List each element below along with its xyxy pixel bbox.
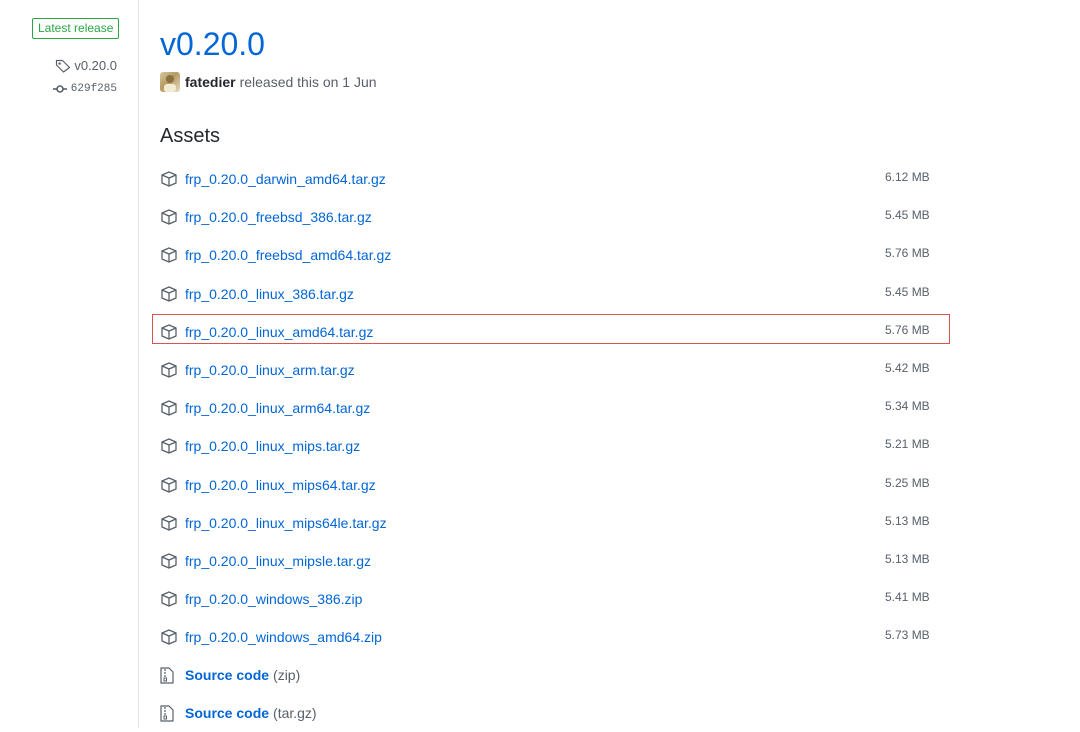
package-icon <box>161 591 177 607</box>
asset-row: frp_0.20.0_linux_mips64.tar.gz 5.25 MB <box>160 466 950 504</box>
asset-download-link[interactable]: frp_0.20.0_windows_386.zip <box>185 591 362 607</box>
asset-row: frp_0.20.0_windows_amd64.zip 5.73 MB <box>160 618 950 656</box>
asset-row: frp_0.20.0_linux_386.tar.gz 5.45 MB <box>160 275 950 313</box>
asset-row: frp_0.20.0_darwin_amd64.tar.gz 6.12 MB <box>160 160 950 198</box>
asset-size: 5.76 MB <box>885 246 930 261</box>
avatar[interactable] <box>160 72 180 92</box>
release-title[interactable]: v0.20.0 <box>160 22 265 66</box>
asset-size: 5.42 MB <box>885 360 930 375</box>
source-code-zip[interactable]: Source code (zip) <box>160 656 317 694</box>
asset-download-link[interactable]: frp_0.20.0_linux_386.tar.gz <box>185 286 354 302</box>
asset-size: 5.76 MB <box>885 322 930 337</box>
commit-link[interactable]: 629f285 <box>52 83 117 95</box>
asset-size: 5.45 MB <box>885 284 930 299</box>
asset-row: frp_0.20.0_linux_arm64.tar.gz 5.34 MB <box>160 389 950 427</box>
source-code-list: Source code (zip) Source code (tar.gz) <box>160 656 317 732</box>
package-icon <box>161 438 177 455</box>
asset-row: frp_0.20.0_linux_arm.tar.gz 5.42 MB <box>160 351 950 389</box>
asset-download-link[interactable]: frp_0.20.0_linux_arm64.tar.gz <box>185 400 370 416</box>
source-code-label: Source code <box>185 667 270 683</box>
asset-row: frp_0.20.0_freebsd_amd64.tar.gz 5.76 MB <box>160 236 950 274</box>
package-icon <box>161 629 177 645</box>
package-icon <box>161 515 177 531</box>
source-code-targz[interactable]: Source code (tar.gz) <box>160 694 317 732</box>
tag-label: v0.20.0 <box>74 58 117 73</box>
assets-heading: Assets <box>160 125 221 147</box>
asset-download-link[interactable]: frp_0.20.0_linux_mips.tar.gz <box>185 438 360 454</box>
asset-row: frp_0.20.0_linux_mips64le.tar.gz 5.13 MB <box>160 504 950 542</box>
asset-list: frp_0.20.0_darwin_amd64.tar.gz 6.12 MB f… <box>152 160 950 656</box>
source-code-format: (tar.gz) <box>273 705 317 721</box>
package-icon <box>161 400 177 416</box>
asset-download-link[interactable]: frp_0.20.0_freebsd_amd64.tar.gz <box>185 247 391 263</box>
latest-release-badge: Latest release <box>32 18 120 39</box>
release-meta: fatedier released this on 1 Jun <box>160 72 377 92</box>
package-icon <box>161 362 177 378</box>
package-icon <box>161 209 177 225</box>
package-icon <box>161 476 177 493</box>
asset-download-link[interactable]: frp_0.20.0_darwin_amd64.tar.gz <box>185 171 386 187</box>
package-icon <box>161 553 177 569</box>
asset-download-link[interactable]: frp_0.20.0_linux_arm.tar.gz <box>185 362 355 378</box>
package-icon <box>161 247 177 264</box>
asset-row: frp_0.20.0_linux_mipsle.tar.gz 5.13 MB <box>160 542 950 580</box>
asset-size: 5.41 MB <box>885 590 930 605</box>
source-code-format: (zip) <box>273 667 301 683</box>
asset-row: frp_0.20.0_windows_386.zip 5.41 MB <box>160 580 950 618</box>
file-zip-icon <box>160 666 174 684</box>
asset-size: 5.25 MB <box>885 475 930 490</box>
commit-icon <box>52 85 67 93</box>
asset-download-link[interactable]: frp_0.20.0_linux_mips64le.tar.gz <box>185 515 387 531</box>
release-sidebar: Latest release v0.20.0 629f285 <box>0 0 139 728</box>
asset-download-link[interactable]: frp_0.20.0_linux_mips64.tar.gz <box>185 477 376 493</box>
asset-download-link[interactable]: frp_0.20.0_linux_mipsle.tar.gz <box>185 553 371 569</box>
author-link[interactable]: fatedier <box>185 74 236 90</box>
asset-size: 6.12 MB <box>885 170 930 184</box>
asset-download-link[interactable]: frp_0.20.0_windows_amd64.zip <box>185 629 382 645</box>
asset-size: 5.45 MB <box>885 208 930 223</box>
asset-download-link[interactable]: frp_0.20.0_freebsd_386.tar.gz <box>185 209 372 225</box>
tag-link[interactable]: v0.20.0 <box>55 58 117 73</box>
package-icon <box>161 286 177 302</box>
asset-row: frp_0.20.0_freebsd_386.tar.gz 5.45 MB <box>160 198 950 236</box>
source-code-label: Source code <box>185 705 270 721</box>
released-text: released this on 1 Jun <box>239 74 377 90</box>
package-icon <box>161 171 177 187</box>
asset-download-link[interactable]: frp_0.20.0_linux_amd64.tar.gz <box>185 324 373 340</box>
asset-size: 5.13 MB <box>885 513 930 528</box>
commit-hash: 629f285 <box>70 83 117 95</box>
asset-row-highlighted: frp_0.20.0_linux_amd64.tar.gz 5.76 MB <box>152 313 950 351</box>
package-icon <box>161 324 177 340</box>
asset-size: 5.34 MB <box>885 399 930 414</box>
asset-size: 5.73 MB <box>885 628 930 643</box>
tag-icon <box>56 59 71 73</box>
asset-row: frp_0.20.0_linux_mips.tar.gz 5.21 MB <box>160 427 950 465</box>
asset-size: 5.13 MB <box>885 551 930 566</box>
asset-size: 5.21 MB <box>885 437 930 452</box>
file-zip-icon <box>160 704 174 722</box>
